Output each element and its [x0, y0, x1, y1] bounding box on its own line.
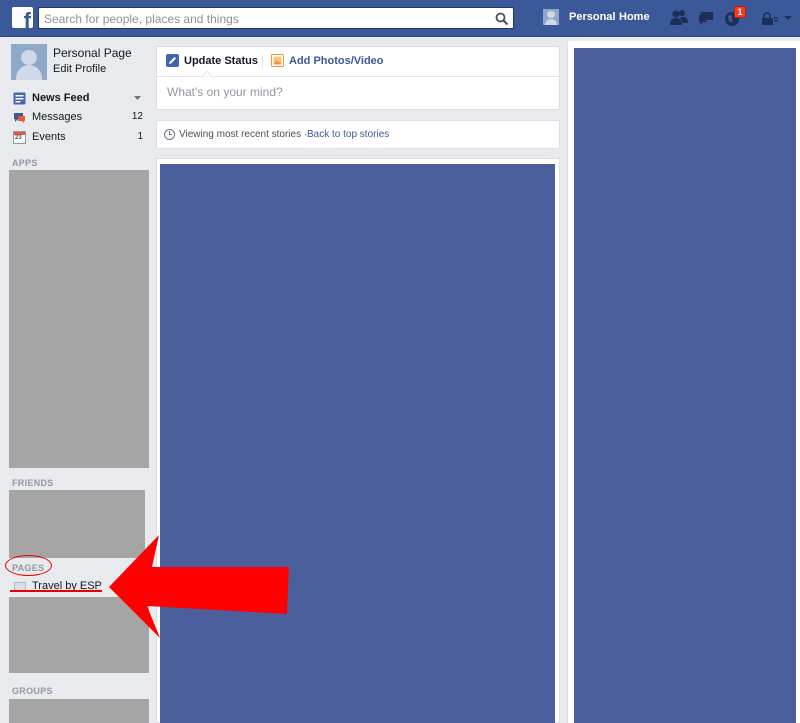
events-count: 1	[137, 131, 143, 142]
news-feed-icon	[13, 92, 26, 105]
profile-link[interactable]: Personal	[569, 11, 615, 23]
section-title-apps[interactable]: APPS	[12, 158, 38, 168]
messages-count: 12	[131, 111, 143, 122]
sidebar-item-label: News Feed	[32, 92, 90, 104]
section-title-groups[interactable]: GROUPS	[12, 686, 53, 696]
search-placeholder: Search for people, places and things	[44, 12, 239, 26]
viewing-recent-text: Viewing most recent stories ·	[179, 129, 308, 140]
user-avatar[interactable]	[543, 9, 559, 25]
search-icon[interactable]	[495, 12, 509, 26]
friend-requests-icon[interactable]	[669, 9, 689, 27]
sidebar-item-events[interactable]: 23 Events 1	[13, 130, 143, 146]
pages-list-redacted	[9, 597, 149, 673]
apps-list-redacted	[9, 170, 149, 468]
annotation-underline	[10, 590, 102, 592]
profile-picture[interactable]	[11, 44, 47, 80]
tab-divider	[262, 55, 263, 68]
top-navigation-bar: f Search for people, places and things P…	[0, 0, 800, 37]
facebook-logo[interactable]: f	[12, 7, 33, 28]
right-column-redacted	[574, 48, 796, 723]
chevron-down-icon[interactable]	[134, 96, 141, 101]
settings-lock-icon[interactable]	[760, 9, 796, 27]
tab-update-status[interactable]: Update Status	[184, 55, 258, 67]
home-link[interactable]: Home	[619, 11, 650, 23]
search-input[interactable]: Search for people, places and things	[38, 7, 514, 29]
sidebar-item-label: Messages	[32, 111, 83, 123]
calendar-date: 23	[15, 135, 22, 141]
composer-separator	[157, 76, 559, 77]
profile-name-link[interactable]: Personal Page	[53, 46, 132, 60]
back-to-top-stories-link[interactable]: Back to top stories	[307, 129, 389, 140]
section-title-friends[interactable]: FRIENDS	[12, 478, 54, 488]
news-feed-redacted	[160, 164, 555, 723]
sidebar-item-news-feed[interactable]: News Feed	[13, 91, 143, 107]
status-composer: Update Status Add Photos/Video What's on…	[156, 46, 560, 110]
calendar-icon: 23	[13, 131, 26, 144]
messages-icon	[14, 113, 25, 123]
notification-badge: 1	[734, 6, 746, 18]
annotation-circle	[5, 555, 52, 576]
photo-icon	[271, 54, 284, 67]
stories-sort-bar: Viewing most recent stories · Back to to…	[156, 120, 560, 149]
edit-profile-link[interactable]: Edit Profile	[53, 63, 106, 75]
pencil-icon	[166, 54, 179, 67]
status-input[interactable]: What's on your mind?	[167, 85, 283, 99]
sidebar-item-label: Events	[32, 131, 66, 143]
messages-icon[interactable]	[697, 9, 717, 27]
clock-icon	[164, 129, 175, 140]
sidebar-item-messages[interactable]: Messages 12	[13, 110, 143, 126]
active-tab-caret	[202, 71, 212, 77]
groups-list-redacted	[9, 699, 149, 723]
friends-list-redacted	[9, 490, 145, 558]
tab-add-photos-video[interactable]: Add Photos/Video	[289, 55, 384, 67]
